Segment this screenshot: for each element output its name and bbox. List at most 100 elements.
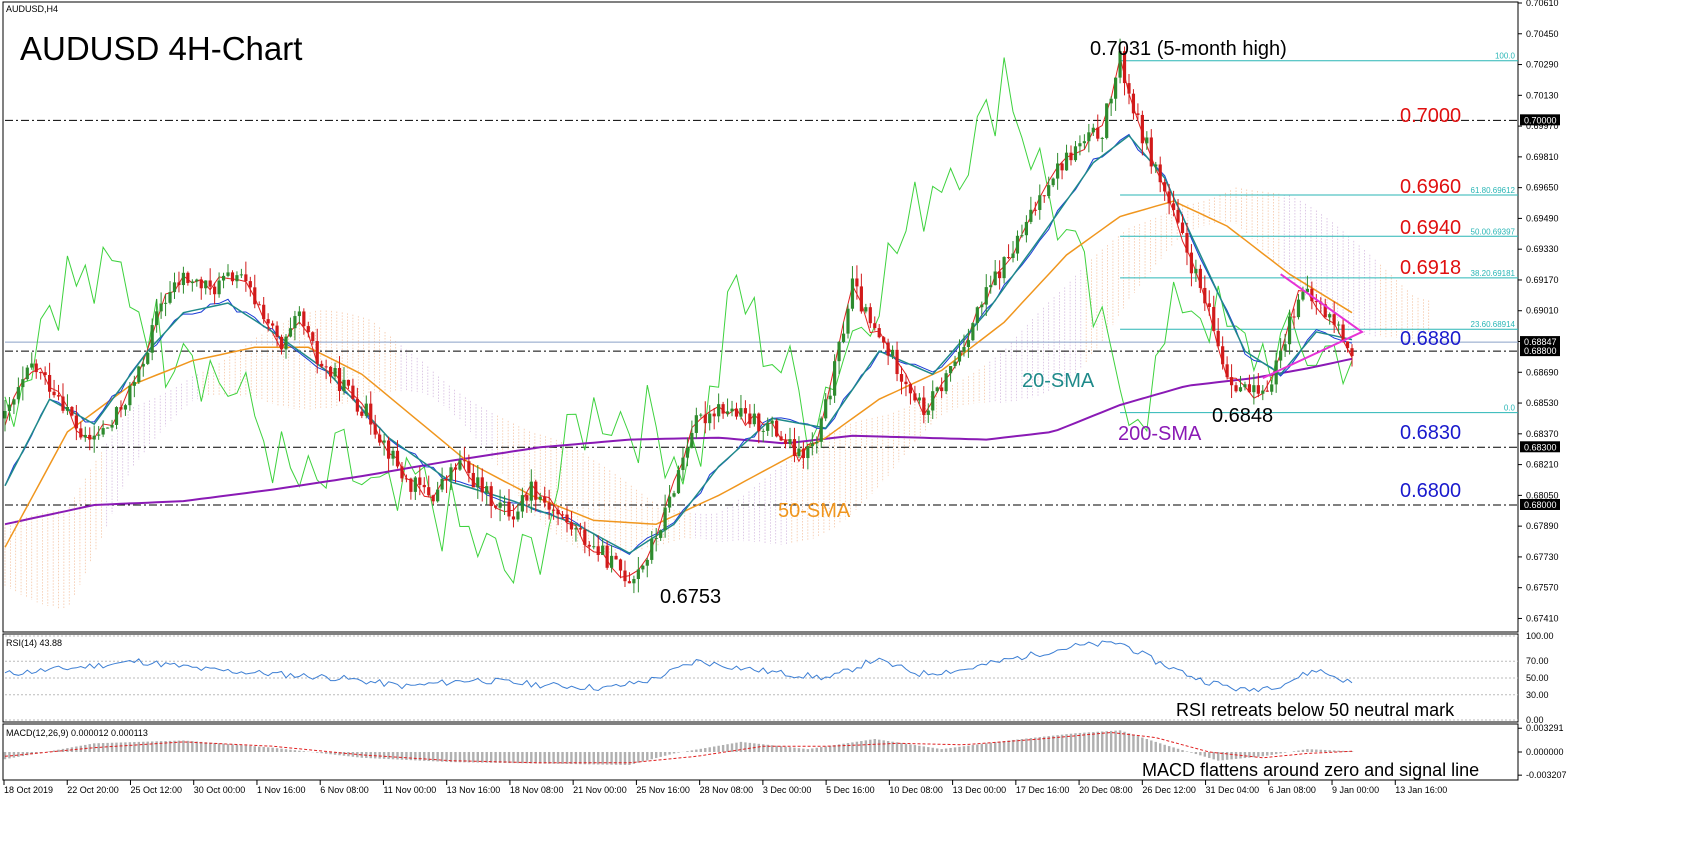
macd-histogram-bar	[119, 742, 123, 752]
candle-body	[989, 285, 993, 288]
candle-body	[230, 272, 235, 282]
candle-body	[1337, 324, 1341, 326]
candle-body	[458, 460, 462, 470]
candle-body	[1064, 152, 1069, 171]
macd-histogram-bar	[1123, 731, 1126, 752]
time-tick-label: 11 Nov 00:00	[383, 785, 436, 795]
macd-histogram-bar	[730, 743, 734, 752]
macd-histogram-bar	[17, 752, 20, 757]
macd-histogram-bar	[418, 752, 422, 761]
price-tick-label: 0.69010	[1526, 306, 1559, 316]
macd-histogram-bar	[1319, 749, 1322, 752]
support-resistance-levels	[5, 119, 1518, 506]
macd-tick-label: 0.000000	[1526, 747, 1564, 757]
macd-histogram-bar	[779, 746, 783, 752]
time-tick-label: 22 Oct 20:00	[67, 785, 119, 795]
level-label-0830: 0.6830	[1400, 422, 1461, 444]
candle-body	[636, 569, 640, 579]
symbol-label: AUDUSD,H4	[6, 4, 58, 14]
candle-body	[172, 282, 177, 293]
macd-histogram-bar	[815, 747, 818, 752]
macd-histogram-bar	[503, 752, 506, 763]
macd-histogram-bar	[8, 752, 11, 759]
candle-body	[659, 530, 663, 538]
candle-body	[70, 406, 74, 416]
macd-histogram-bar	[525, 752, 529, 764]
macd-histogram-bar	[387, 752, 390, 760]
time-tick-label: 1 Nov 16:00	[257, 785, 306, 795]
candle-body	[422, 484, 426, 488]
candle-body	[797, 448, 801, 457]
candle-body	[980, 304, 984, 308]
candle-body	[899, 374, 904, 382]
candle-body	[1176, 209, 1180, 223]
candle-body	[360, 411, 364, 416]
macd-histogram-bar	[324, 752, 328, 754]
candle-body	[623, 570, 627, 582]
candle-body	[502, 501, 507, 503]
candle-body	[1207, 303, 1211, 308]
candle-body	[471, 472, 475, 488]
candle-body	[21, 379, 25, 388]
macd-histogram-bar	[1283, 752, 1287, 753]
candle-body	[779, 436, 783, 441]
candle-body	[74, 415, 78, 429]
macd-histogram-bar	[842, 743, 845, 752]
macd-histogram-bar	[146, 741, 149, 752]
candle-body	[489, 486, 493, 507]
price-axis: 0.706100.704500.702900.701300.699700.698…	[1518, 0, 1560, 623]
macd-histogram-bar	[846, 743, 850, 752]
candle-body	[534, 481, 538, 500]
candle-body	[1167, 191, 1171, 204]
candle-body	[105, 427, 110, 429]
chart-title: AUDUSD 4H-Chart	[20, 30, 302, 67]
macd-histogram-bar	[1297, 750, 1300, 752]
candle-body	[1247, 384, 1252, 393]
candle-body	[364, 403, 368, 416]
macd-histogram-bar	[788, 747, 792, 752]
macd-histogram-bar	[155, 741, 158, 752]
annotation-low-nov: 0.6753	[660, 586, 721, 608]
candle-body	[494, 506, 498, 508]
price-tick-label: 0.69650	[1526, 183, 1559, 193]
indicator-lines	[4, 57, 1353, 585]
rsi-tick-label: 30.00	[1526, 690, 1549, 700]
candle-body	[315, 341, 319, 364]
candle-body	[239, 274, 243, 276]
macd-histogram-bar	[878, 739, 881, 752]
macd-histogram-bar	[873, 739, 876, 752]
price-box-label: 0.70000	[1524, 115, 1557, 125]
macd-histogram-bar	[271, 747, 274, 752]
time-tick-label: 30 Oct 00:00	[194, 785, 246, 795]
macd-histogram-bar	[320, 752, 323, 754]
fib-label: 23.60.68914	[1471, 320, 1516, 329]
candle-body	[480, 477, 484, 493]
candle-body	[895, 349, 899, 375]
candle-body	[306, 326, 310, 333]
macd-histogram-bar	[935, 748, 939, 752]
candle-body	[413, 477, 417, 492]
macd-histogram-bar	[516, 752, 520, 764]
candle-body	[328, 366, 333, 377]
candle-body	[88, 434, 92, 440]
candle-body	[975, 307, 979, 324]
candle-body	[618, 559, 623, 571]
macd-histogram-bar	[690, 750, 694, 752]
candle-body	[940, 387, 944, 392]
candle-body	[578, 528, 582, 530]
macd-histogram-bar	[124, 742, 127, 752]
macd-histogram-bar	[1243, 752, 1247, 759]
rsi-tick-label: 100.00	[1526, 631, 1554, 641]
candle-body	[801, 448, 805, 459]
macd-histogram-bar	[204, 742, 207, 752]
candle-body	[288, 328, 293, 337]
macd-histogram-bar	[521, 752, 524, 764]
candle-body	[1149, 137, 1153, 167]
macd-histogram-bar	[971, 745, 975, 752]
candle-body	[279, 336, 284, 350]
macd-histogram-bar	[253, 746, 256, 752]
candle-body	[39, 372, 43, 374]
macd-histogram-bar	[3, 752, 7, 760]
macd-histogram-bar	[530, 752, 533, 764]
candle-body	[485, 486, 489, 493]
